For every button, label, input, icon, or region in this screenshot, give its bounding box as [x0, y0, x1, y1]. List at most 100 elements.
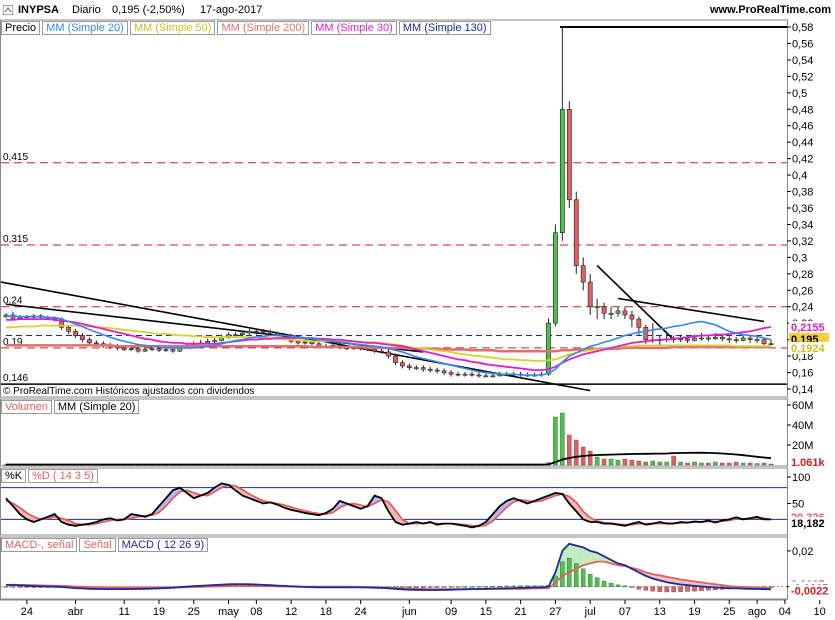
macd-hist-bar: [650, 586, 656, 592]
candle: [379, 350, 384, 353]
macd-hist-bar: [24, 586, 30, 588]
candle: [699, 337, 704, 340]
price-tick-label: 0,56: [792, 38, 813, 50]
x-tick-label: jun: [401, 606, 417, 618]
x-tick-label: 27: [549, 606, 561, 618]
volume-bar: [622, 458, 628, 466]
macd-hist-bar: [469, 586, 475, 588]
volume-bar: [754, 463, 760, 466]
volume-bar: [636, 460, 642, 466]
x-tick-label: 15: [480, 606, 492, 618]
macd-hist-bar: [692, 586, 697, 592]
macd-hist-bar: [17, 586, 23, 588]
candle: [490, 375, 496, 378]
stoch-tick-label: 100: [792, 472, 810, 484]
candle: [142, 349, 148, 352]
volume-bar: [747, 462, 753, 466]
x-tick-label: 12: [285, 606, 297, 618]
price-tick-label: 0,5: [792, 88, 807, 100]
price-tick-label: 0,38: [792, 187, 813, 199]
last-volume: 1.061k: [791, 457, 826, 469]
volume-bar: [671, 455, 676, 466]
macd-hist-bar: [671, 586, 676, 593]
volume-bar: [713, 461, 718, 466]
x-tick-label: 13: [654, 606, 666, 618]
candle: [87, 339, 92, 344]
x-tick-label: 09: [445, 606, 457, 618]
macd-hist-bar: [490, 586, 496, 588]
x-tick-label: 19: [153, 606, 165, 618]
volume-bar: [768, 463, 774, 466]
macd-hist-bar: [525, 585, 530, 587]
price-tick-label: 0,46: [792, 121, 813, 133]
volume-bar: [560, 412, 565, 466]
volume-tick-label: 60M: [792, 400, 813, 412]
candle: [608, 313, 614, 315]
candle: [240, 332, 245, 335]
volume-sma20-line: [6, 451, 772, 466]
candle: [260, 331, 266, 333]
macd-hist-bar: [10, 586, 16, 588]
macd-hist-bar: [476, 586, 482, 588]
candle: [629, 314, 635, 320]
candle: [393, 355, 398, 363]
macd-hist-bar: [636, 586, 642, 590]
x-tick-label: 24: [355, 606, 367, 618]
macd-panel[interactable]: 0,0200,0007-0,0015-0,0022: [0, 536, 830, 600]
macd-hist-bar: [601, 581, 607, 587]
candle: [483, 375, 489, 378]
volume-panel[interactable]: 60M 40M 20M 1.061k: [0, 398, 830, 469]
volume-bar: [615, 459, 621, 466]
x-tick-label: 21: [515, 606, 527, 618]
last-stoch-k: 18,182: [791, 518, 825, 530]
volume-bar: [553, 416, 558, 466]
candle: [94, 342, 99, 345]
macd-hist-bar: [664, 586, 669, 593]
chart-canvas[interactable]: 0,58 0,56 0,54 0,52 0,5 0,48 0,46 0,44 0,42 0,4 0,…: [0, 0, 835, 620]
stoch-tick-label: 50: [792, 499, 804, 511]
stochastic-panel[interactable]: 1005020,32618,182: [0, 467, 830, 536]
macd-line: [5, 542, 772, 591]
macd-hist-bar: [511, 585, 516, 587]
macd-hist-bar: [434, 586, 440, 588]
macd-hist-bar: [560, 561, 565, 587]
candle: [247, 331, 252, 334]
candle: [253, 331, 259, 333]
price-tick-label: 0,48: [792, 104, 813, 116]
volume-bar: [594, 456, 600, 466]
candle: [66, 326, 71, 332]
x-tick-label: 08: [250, 606, 262, 618]
last-sma50: 0,1924: [791, 343, 826, 355]
candle: [149, 348, 155, 350]
volume-bar: [699, 462, 704, 466]
volume-tick-label: 20M: [792, 440, 813, 452]
volume-bar: [601, 458, 607, 466]
candle: [302, 341, 308, 344]
price-tick-label: 0,24: [792, 302, 813, 314]
candle: [761, 339, 767, 345]
volume-bar: [692, 461, 697, 466]
price-tick-label: 0,26: [792, 285, 813, 297]
candle: [747, 337, 753, 340]
last-sma30: 0,2155: [791, 322, 825, 334]
candle: [441, 370, 447, 373]
x-tick-label: 11: [119, 606, 130, 618]
macd-hist-bar: [462, 586, 468, 588]
volume-bar: [727, 462, 732, 466]
price-panel[interactable]: 0,58 0,56 0,54 0,52 0,5 0,48 0,46 0,44 0,42 0,4 0,…: [0, 19, 830, 398]
x-tick-label: ago: [748, 606, 766, 618]
candle: [594, 306, 600, 309]
candle: [580, 265, 586, 283]
candle: [434, 369, 440, 372]
candle: [170, 349, 176, 352]
volume-bar: [574, 439, 579, 466]
volume-bar: [629, 459, 635, 466]
trend-line: [617, 297, 765, 323]
candle: [768, 343, 774, 346]
candle: [427, 368, 433, 371]
macd-hist-bar: [448, 586, 454, 588]
volume-tick-label: 40M: [792, 420, 813, 432]
macd-hist-bar: [678, 586, 683, 592]
volume-frame: [0, 398, 788, 467]
price-tick-label: 0,58: [792, 22, 813, 34]
